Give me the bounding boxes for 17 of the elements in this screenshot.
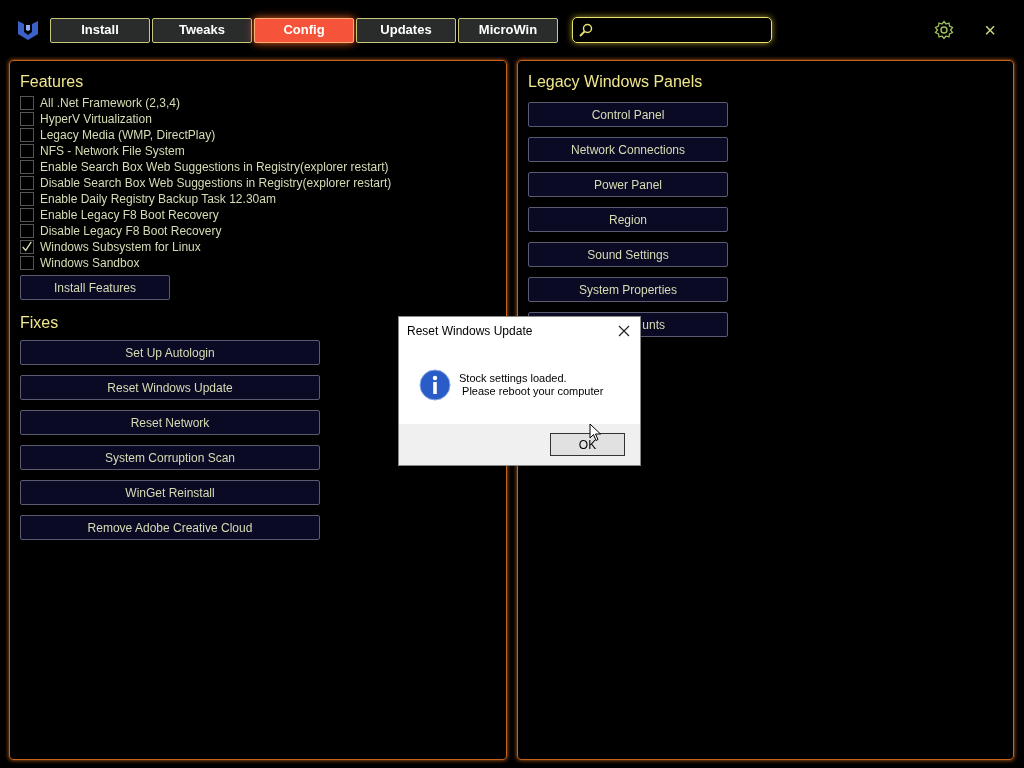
checkbox-label: Enable Daily Registry Backup Task 12.30am — [40, 191, 276, 208]
dialog-message: Please reboot your computer — [461, 384, 604, 398]
checkbox-label: Enable Search Box Web Suggestions in Registry(explorer restart) — [40, 159, 389, 176]
checkbox-label: NFS - Network File System — [40, 143, 185, 160]
checkbox-label: HyperV Virtualization — [40, 111, 152, 128]
section-heading: Legacy Windows Panels — [528, 72, 703, 92]
checkbox-label: Windows Sandbox — [40, 255, 140, 272]
section-heading: Fixes — [20, 313, 59, 333]
dialog-message: Stock settings loaded. — [459, 371, 568, 385]
checkbox-label: Enable Legacy F8 Boot Recovery — [40, 207, 219, 224]
checkbox-label: Disable Legacy F8 Boot Recovery — [40, 223, 222, 240]
checkbox-label: Legacy Media (WMP, DirectPlay) — [40, 127, 216, 144]
checkbox-label: All .Net Framework (2,3,4) — [40, 95, 181, 112]
dialog-title: Reset Windows Update — [407, 323, 533, 340]
checkbox-label: Disable Search Box Web Suggestions in Registry(explorer restart) — [40, 175, 392, 192]
section-heading: Features — [20, 72, 84, 92]
checkbox-label: Windows Subsystem for Linux — [40, 239, 201, 256]
